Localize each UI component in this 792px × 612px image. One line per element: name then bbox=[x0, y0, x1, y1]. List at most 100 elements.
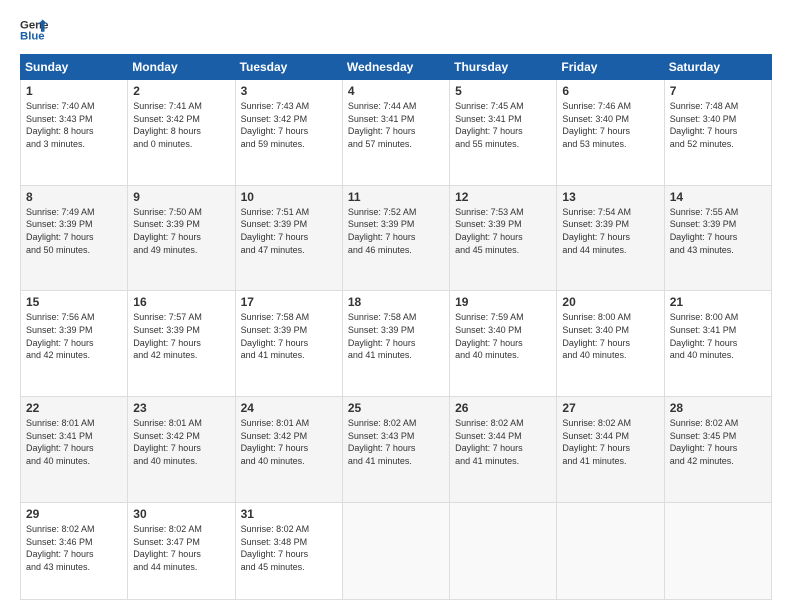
daylight-minutes-label: and 44 minutes. bbox=[133, 562, 197, 572]
daylight-minutes-label: and 44 minutes. bbox=[562, 245, 626, 255]
sunset-label: Sunset: 3:42 PM bbox=[241, 114, 308, 124]
day-number: 24 bbox=[241, 401, 337, 415]
day-info: Sunrise: 8:00 AM Sunset: 3:40 PM Dayligh… bbox=[562, 311, 658, 361]
calendar-cell: 1 Sunrise: 7:40 AM Sunset: 3:43 PM Dayli… bbox=[21, 80, 128, 186]
calendar-cell bbox=[557, 502, 664, 599]
daylight-minutes-label: and 40 minutes. bbox=[562, 350, 626, 360]
daylight-minutes-label: and 57 minutes. bbox=[348, 139, 412, 149]
calendar-cell: 16 Sunrise: 7:57 AM Sunset: 3:39 PM Dayl… bbox=[128, 291, 235, 397]
calendar-week-5: 29 Sunrise: 8:02 AM Sunset: 3:46 PM Dayl… bbox=[21, 502, 772, 599]
calendar-cell: 8 Sunrise: 7:49 AM Sunset: 3:39 PM Dayli… bbox=[21, 185, 128, 291]
sunset-label: Sunset: 3:39 PM bbox=[670, 219, 737, 229]
weekday-wednesday: Wednesday bbox=[342, 55, 449, 80]
daylight-label: Daylight: 7 hours bbox=[562, 126, 630, 136]
day-info: Sunrise: 8:01 AM Sunset: 3:42 PM Dayligh… bbox=[241, 417, 337, 467]
day-info: Sunrise: 7:53 AM Sunset: 3:39 PM Dayligh… bbox=[455, 206, 551, 256]
sunset-label: Sunset: 3:39 PM bbox=[455, 219, 522, 229]
sunset-label: Sunset: 3:39 PM bbox=[562, 219, 629, 229]
logo-icon: General Blue bbox=[20, 16, 48, 44]
day-number: 20 bbox=[562, 295, 658, 309]
day-info: Sunrise: 7:57 AM Sunset: 3:39 PM Dayligh… bbox=[133, 311, 229, 361]
sunset-label: Sunset: 3:40 PM bbox=[670, 114, 737, 124]
day-number: 12 bbox=[455, 190, 551, 204]
sunrise-label: Sunrise: 8:02 AM bbox=[455, 418, 524, 428]
daylight-label: Daylight: 7 hours bbox=[562, 232, 630, 242]
day-number: 16 bbox=[133, 295, 229, 309]
sunset-label: Sunset: 3:45 PM bbox=[670, 431, 737, 441]
day-info: Sunrise: 8:01 AM Sunset: 3:41 PM Dayligh… bbox=[26, 417, 122, 467]
daylight-label: Daylight: 7 hours bbox=[562, 338, 630, 348]
daylight-label: Daylight: 7 hours bbox=[455, 443, 523, 453]
sunrise-label: Sunrise: 8:01 AM bbox=[133, 418, 202, 428]
day-number: 15 bbox=[26, 295, 122, 309]
day-info: Sunrise: 7:55 AM Sunset: 3:39 PM Dayligh… bbox=[670, 206, 766, 256]
day-info: Sunrise: 8:02 AM Sunset: 3:45 PM Dayligh… bbox=[670, 417, 766, 467]
day-number: 18 bbox=[348, 295, 444, 309]
day-number: 5 bbox=[455, 84, 551, 98]
daylight-minutes-label: and 45 minutes. bbox=[455, 245, 519, 255]
daylight-minutes-label: and 49 minutes. bbox=[133, 245, 197, 255]
calendar-cell: 3 Sunrise: 7:43 AM Sunset: 3:42 PM Dayli… bbox=[235, 80, 342, 186]
day-number: 19 bbox=[455, 295, 551, 309]
daylight-minutes-label: and 52 minutes. bbox=[670, 139, 734, 149]
sunrise-label: Sunrise: 7:56 AM bbox=[26, 312, 95, 322]
day-info: Sunrise: 8:00 AM Sunset: 3:41 PM Dayligh… bbox=[670, 311, 766, 361]
sunset-label: Sunset: 3:40 PM bbox=[455, 325, 522, 335]
daylight-label: Daylight: 7 hours bbox=[670, 338, 738, 348]
header: General Blue bbox=[20, 16, 772, 44]
sunset-label: Sunset: 3:41 PM bbox=[348, 114, 415, 124]
sunrise-label: Sunrise: 7:58 AM bbox=[241, 312, 310, 322]
calendar-cell: 20 Sunrise: 8:00 AM Sunset: 3:40 PM Dayl… bbox=[557, 291, 664, 397]
day-number: 31 bbox=[241, 507, 337, 521]
calendar-cell: 17 Sunrise: 7:58 AM Sunset: 3:39 PM Dayl… bbox=[235, 291, 342, 397]
day-number: 13 bbox=[562, 190, 658, 204]
day-info: Sunrise: 8:01 AM Sunset: 3:42 PM Dayligh… bbox=[133, 417, 229, 467]
daylight-label: Daylight: 7 hours bbox=[348, 232, 416, 242]
daylight-label: Daylight: 7 hours bbox=[670, 232, 738, 242]
daylight-minutes-label: and 0 minutes. bbox=[133, 139, 192, 149]
daylight-label: Daylight: 7 hours bbox=[455, 232, 523, 242]
calendar-cell: 15 Sunrise: 7:56 AM Sunset: 3:39 PM Dayl… bbox=[21, 291, 128, 397]
day-info: Sunrise: 7:41 AM Sunset: 3:42 PM Dayligh… bbox=[133, 100, 229, 150]
day-info: Sunrise: 7:58 AM Sunset: 3:39 PM Dayligh… bbox=[241, 311, 337, 361]
weekday-saturday: Saturday bbox=[664, 55, 771, 80]
daylight-label: Daylight: 7 hours bbox=[348, 126, 416, 136]
sunset-label: Sunset: 3:40 PM bbox=[562, 114, 629, 124]
daylight-minutes-label: and 40 minutes. bbox=[133, 456, 197, 466]
calendar-week-1: 1 Sunrise: 7:40 AM Sunset: 3:43 PM Dayli… bbox=[21, 80, 772, 186]
daylight-label: Daylight: 7 hours bbox=[455, 338, 523, 348]
daylight-label: Daylight: 7 hours bbox=[562, 443, 630, 453]
day-info: Sunrise: 7:50 AM Sunset: 3:39 PM Dayligh… bbox=[133, 206, 229, 256]
sunset-label: Sunset: 3:42 PM bbox=[133, 431, 200, 441]
daylight-label: Daylight: 7 hours bbox=[455, 126, 523, 136]
sunrise-label: Sunrise: 8:02 AM bbox=[348, 418, 417, 428]
day-info: Sunrise: 7:52 AM Sunset: 3:39 PM Dayligh… bbox=[348, 206, 444, 256]
daylight-label: Daylight: 7 hours bbox=[670, 443, 738, 453]
sunrise-label: Sunrise: 7:59 AM bbox=[455, 312, 524, 322]
sunrise-label: Sunrise: 7:55 AM bbox=[670, 207, 739, 217]
daylight-label: Daylight: 7 hours bbox=[26, 549, 94, 559]
sunrise-label: Sunrise: 8:02 AM bbox=[133, 524, 202, 534]
sunset-label: Sunset: 3:39 PM bbox=[133, 219, 200, 229]
sunset-label: Sunset: 3:42 PM bbox=[241, 431, 308, 441]
sunrise-label: Sunrise: 8:01 AM bbox=[26, 418, 95, 428]
day-info: Sunrise: 8:02 AM Sunset: 3:46 PM Dayligh… bbox=[26, 523, 122, 573]
sunrise-label: Sunrise: 8:02 AM bbox=[26, 524, 95, 534]
daylight-label: Daylight: 7 hours bbox=[133, 232, 201, 242]
day-number: 6 bbox=[562, 84, 658, 98]
day-number: 10 bbox=[241, 190, 337, 204]
calendar-cell: 4 Sunrise: 7:44 AM Sunset: 3:41 PM Dayli… bbox=[342, 80, 449, 186]
sunrise-label: Sunrise: 8:02 AM bbox=[562, 418, 631, 428]
daylight-label: Daylight: 7 hours bbox=[241, 443, 309, 453]
day-number: 14 bbox=[670, 190, 766, 204]
sunset-label: Sunset: 3:39 PM bbox=[26, 219, 93, 229]
daylight-minutes-label: and 41 minutes. bbox=[562, 456, 626, 466]
day-number: 30 bbox=[133, 507, 229, 521]
calendar-cell: 26 Sunrise: 8:02 AM Sunset: 3:44 PM Dayl… bbox=[450, 397, 557, 503]
daylight-label: Daylight: 7 hours bbox=[348, 443, 416, 453]
day-info: Sunrise: 7:44 AM Sunset: 3:41 PM Dayligh… bbox=[348, 100, 444, 150]
calendar-cell: 11 Sunrise: 7:52 AM Sunset: 3:39 PM Dayl… bbox=[342, 185, 449, 291]
calendar-cell: 29 Sunrise: 8:02 AM Sunset: 3:46 PM Dayl… bbox=[21, 502, 128, 599]
sunset-label: Sunset: 3:43 PM bbox=[348, 431, 415, 441]
calendar-cell: 31 Sunrise: 8:02 AM Sunset: 3:48 PM Dayl… bbox=[235, 502, 342, 599]
